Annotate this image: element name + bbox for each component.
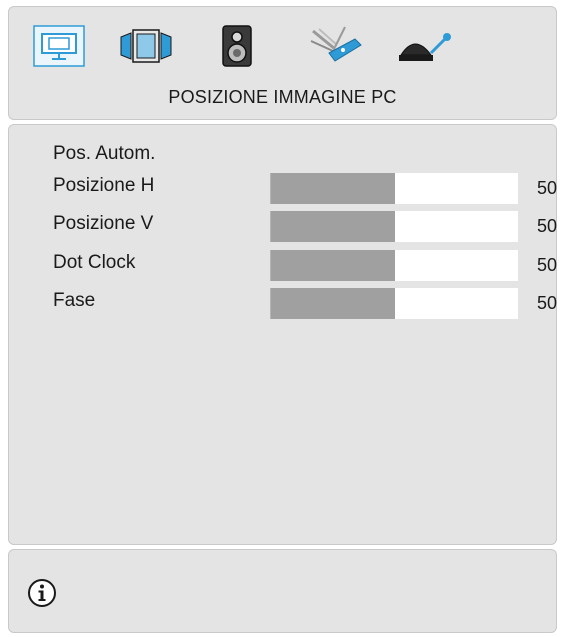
display-panels-icon[interactable] [117,25,175,67]
menu-item-v-position[interactable]: Posizione V 50 [53,207,558,242]
slider-track[interactable] [270,211,518,242]
menu-item-label: Pos. Autom. [53,143,156,164]
slider-fill [271,288,395,319]
menu-item-auto-position[interactable]: Pos. Autom. [53,137,558,171]
info-bar [8,549,557,633]
info-icon [27,578,57,608]
slider-track[interactable] [270,288,518,319]
slider-value: 50 [537,255,558,275]
settings-list: Pos. Autom. Posizione H 50 Posizione V 5… [8,124,557,545]
menu-item-label: Posizione H [53,175,155,196]
menu-item-label: Dot Clock [53,252,136,273]
menu-header: POSIZIONE IMMAGINE PC [8,6,557,120]
menu-item-label: Fase [53,290,96,311]
slider-value: 50 [537,293,558,313]
slider-fill [271,211,395,242]
monitor-icon[interactable] [33,25,85,67]
slider-fill [271,250,395,281]
menu-item-phase[interactable]: Fase 50 [53,284,558,319]
menu-item-h-position[interactable]: Posizione H 50 [53,169,558,204]
menu-title: POSIZIONE IMMAGINE PC [168,87,397,107]
slider-fill [271,173,395,204]
slider-track[interactable] [270,173,518,204]
slider-track[interactable] [270,250,518,281]
slider-value: 50 [537,178,558,198]
speaker-icon[interactable] [217,25,257,67]
satellite-dish-icon[interactable] [397,25,459,67]
slider-value: 50 [537,216,558,236]
menu-item-label: Posizione V [53,213,154,234]
menu-item-dot-clock[interactable]: Dot Clock 50 [53,246,558,281]
swiss-knife-icon[interactable] [305,25,365,67]
